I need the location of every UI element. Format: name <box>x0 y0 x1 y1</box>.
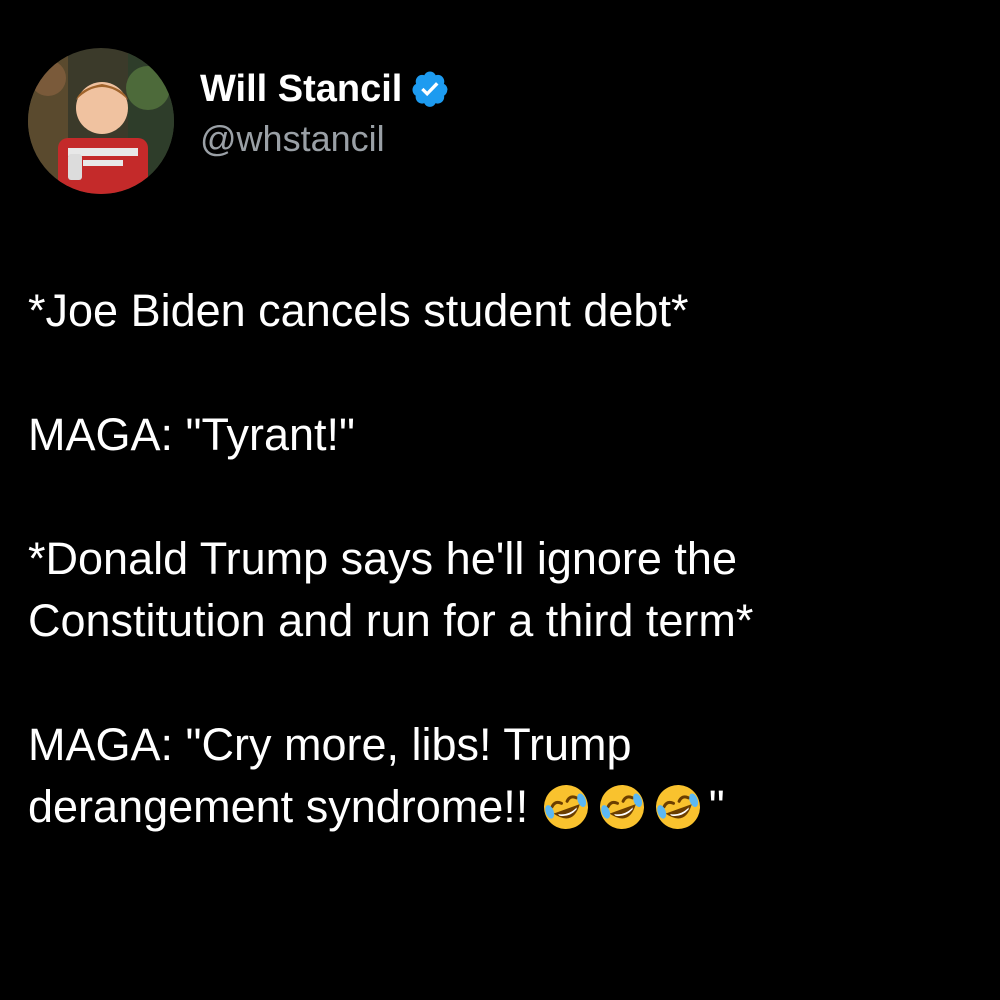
tweet-line: Constitution and run for a third term* <box>28 595 754 646</box>
emoji-group <box>541 781 709 832</box>
tweet-line: *Donald Trump says he'll ignore the <box>28 533 737 584</box>
tweet-line: *Joe Biden cancels student debt* <box>28 285 689 336</box>
avatar-photo <box>28 48 174 194</box>
tweet-line: MAGA: "Cry more, libs! Trump <box>28 719 632 770</box>
author-handle[interactable]: @whstancil <box>200 116 450 162</box>
rolling-on-floor-laughing-emoji <box>541 782 591 832</box>
tweet-line-text: derangement syndrome!! <box>28 781 541 832</box>
verified-badge-icon <box>410 69 450 109</box>
closing-quote: " <box>708 781 725 832</box>
tweet-text: *Joe Biden cancels student debt* MAGA: "… <box>28 280 978 838</box>
author-display-name[interactable]: Will Stancil <box>200 66 402 112</box>
rolling-on-floor-laughing-emoji <box>597 782 647 832</box>
author-identity: Will Stancil @whstancil <box>200 66 450 162</box>
tweet-line-last: derangement syndrome!! " <box>28 776 978 838</box>
tweet-header: Will Stancil @whstancil <box>28 48 450 194</box>
tweet-card: Will Stancil @whstancil *Joe Biden cance… <box>0 0 1000 1000</box>
name-row: Will Stancil <box>200 66 450 112</box>
avatar[interactable] <box>28 48 174 194</box>
tweet-line: MAGA: "Tyrant!" <box>28 409 356 460</box>
rolling-on-floor-laughing-emoji <box>653 782 703 832</box>
